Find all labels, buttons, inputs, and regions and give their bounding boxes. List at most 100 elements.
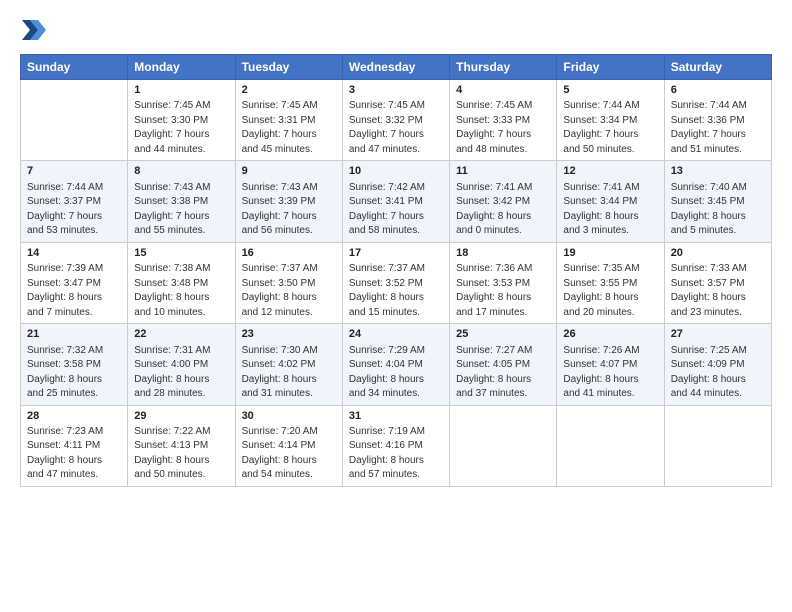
day-number: 7 [27, 164, 121, 179]
day-number: 5 [563, 83, 657, 98]
day-number: 11 [456, 164, 550, 179]
day-info: Sunrise: 7:19 AMSunset: 4:16 PMDaylight:… [349, 425, 443, 483]
header-row: SundayMondayTuesdayWednesdayThursdayFrid… [21, 55, 772, 80]
day-number: 25 [456, 327, 550, 342]
header-day-saturday: Saturday [664, 55, 771, 80]
day-info: Sunrise: 7:45 AMSunset: 3:30 PMDaylight:… [134, 99, 228, 157]
day-info: Sunrise: 7:43 AMSunset: 3:38 PMDaylight:… [134, 181, 228, 239]
header-day-thursday: Thursday [450, 55, 557, 80]
day-info: Sunrise: 7:36 AMSunset: 3:53 PMDaylight:… [456, 262, 550, 320]
calendar-cell: 14Sunrise: 7:39 AMSunset: 3:47 PMDayligh… [21, 242, 128, 323]
calendar-cell: 2Sunrise: 7:45 AMSunset: 3:31 PMDaylight… [235, 80, 342, 161]
day-info: Sunrise: 7:38 AMSunset: 3:48 PMDaylight:… [134, 262, 228, 320]
calendar-body: 1Sunrise: 7:45 AMSunset: 3:30 PMDaylight… [21, 80, 772, 487]
header-day-monday: Monday [128, 55, 235, 80]
day-info: Sunrise: 7:45 AMSunset: 3:32 PMDaylight:… [349, 99, 443, 157]
calendar-cell: 9Sunrise: 7:43 AMSunset: 3:39 PMDaylight… [235, 161, 342, 242]
page: SundayMondayTuesdayWednesdayThursdayFrid… [0, 0, 792, 612]
calendar-cell [557, 405, 664, 486]
day-number: 20 [671, 246, 765, 261]
calendar-cell: 23 Sunrise: 7:30 AMSunset: 4:02 PMDayligh… [235, 324, 342, 405]
week-row-5: 28Sunrise: 7:23 AMSunset: 4:11 PMDayligh… [21, 405, 772, 486]
calendar-cell: 24Sunrise: 7:29 AMSunset: 4:04 PMDayligh… [342, 324, 449, 405]
calendar-cell: 1Sunrise: 7:45 AMSunset: 3:30 PMDaylight… [128, 80, 235, 161]
day-info: Sunrise: 7:30 AMSunset: 4:02 PMDaylight:… [242, 344, 336, 402]
day-number: 30 [242, 409, 336, 424]
calendar-cell: 28Sunrise: 7:23 AMSunset: 4:11 PMDayligh… [21, 405, 128, 486]
day-info: Sunrise: 7:37 AMSunset: 3:50 PMDaylight:… [242, 262, 336, 320]
day-info: Sunrise: 7:31 AMSunset: 4:00 PMDaylight:… [134, 344, 228, 402]
header-day-tuesday: Tuesday [235, 55, 342, 80]
week-row-3: 14Sunrise: 7:39 AMSunset: 3:47 PMDayligh… [21, 242, 772, 323]
calendar-cell: 19Sunrise: 7:35 AMSunset: 3:55 PMDayligh… [557, 242, 664, 323]
calendar-cell: 27 Sunrise: 7:25 AMSunset: 4:09 PMDayligh… [664, 324, 771, 405]
day-info: Sunrise: 7:37 AMSunset: 3:52 PMDaylight:… [349, 262, 443, 320]
calendar-table: SundayMondayTuesdayWednesdayThursdayFrid… [20, 54, 772, 487]
day-info: Sunrise: 7:32 AMSunset: 3:58 PMDaylight:… [27, 344, 121, 402]
day-number: 18 [456, 246, 550, 261]
calendar-cell: 4Sunrise: 7:45 AMSunset: 3:33 PMDaylight… [450, 80, 557, 161]
day-number: 27 [671, 327, 765, 342]
day-number: 3 [349, 83, 443, 98]
day-number: 4 [456, 83, 550, 98]
day-number: 13 [671, 164, 765, 179]
day-number: 16 [242, 246, 336, 261]
week-row-4: 21Sunrise: 7:32 AMSunset: 3:58 PMDayligh… [21, 324, 772, 405]
calendar-cell [664, 405, 771, 486]
calendar-cell [450, 405, 557, 486]
day-info: Sunrise: 7:44 AMSunset: 3:34 PMDaylight:… [563, 99, 657, 157]
day-number: 31 [349, 409, 443, 424]
day-info: Sunrise: 7:33 AMSunset: 3:57 PMDaylight:… [671, 262, 765, 320]
calendar-cell: 26 Sunrise: 7:26 AMSunset: 4:07 PMDayligh… [557, 324, 664, 405]
calendar-cell: 20Sunrise: 7:33 AMSunset: 3:57 PMDayligh… [664, 242, 771, 323]
calendar-cell: 18Sunrise: 7:36 AMSunset: 3:53 PMDayligh… [450, 242, 557, 323]
day-info: Sunrise: 7:41 AMSunset: 3:44 PMDaylight:… [563, 181, 657, 239]
calendar-cell: 13 Sunrise: 7:40 AMSunset: 3:45 PMDayligh… [664, 161, 771, 242]
day-info: Sunrise: 7:43 AMSunset: 3:39 PMDaylight:… [242, 181, 336, 239]
logo [20, 16, 52, 44]
day-info: Sunrise: 7:42 AMSunset: 3:41 PMDaylight:… [349, 181, 443, 239]
header-day-friday: Friday [557, 55, 664, 80]
day-number: 26 [563, 327, 657, 342]
calendar-cell: 6Sunrise: 7:44 AMSunset: 3:36 PMDaylight… [664, 80, 771, 161]
day-info: Sunrise: 7:25 AMSunset: 4:09 PMDaylight:… [671, 344, 765, 402]
calendar-cell: 22 Sunrise: 7:31 AMSunset: 4:00 PMDayligh… [128, 324, 235, 405]
day-number: 10 [349, 164, 443, 179]
day-info: Sunrise: 7:35 AMSunset: 3:55 PMDaylight:… [563, 262, 657, 320]
day-number: 29 [134, 409, 228, 424]
day-number: 8 [134, 164, 228, 179]
day-number: 22 [134, 327, 228, 342]
day-info: Sunrise: 7:40 AMSunset: 3:45 PMDaylight:… [671, 181, 765, 239]
calendar-header: SundayMondayTuesdayWednesdayThursdayFrid… [21, 55, 772, 80]
calendar-cell [21, 80, 128, 161]
calendar-cell: 29Sunrise: 7:22 AMSunset: 4:13 PMDayligh… [128, 405, 235, 486]
logo-icon [20, 16, 48, 44]
day-info: Sunrise: 7:20 AMSunset: 4:14 PMDaylight:… [242, 425, 336, 483]
calendar-cell: 31Sunrise: 7:19 AMSunset: 4:16 PMDayligh… [342, 405, 449, 486]
day-info: Sunrise: 7:27 AMSunset: 4:05 PMDaylight:… [456, 344, 550, 402]
day-info: Sunrise: 7:26 AMSunset: 4:07 PMDaylight:… [563, 344, 657, 402]
week-row-1: 1Sunrise: 7:45 AMSunset: 3:30 PMDaylight… [21, 80, 772, 161]
week-row-2: 7 Sunrise: 7:44 AMSunset: 3:37 PMDaylight… [21, 161, 772, 242]
day-info: Sunrise: 7:39 AMSunset: 3:47 PMDaylight:… [27, 262, 121, 320]
day-number: 2 [242, 83, 336, 98]
day-number: 17 [349, 246, 443, 261]
calendar-cell: 5Sunrise: 7:44 AMSunset: 3:34 PMDaylight… [557, 80, 664, 161]
day-info: Sunrise: 7:44 AMSunset: 3:37 PMDaylight:… [27, 181, 121, 239]
calendar-cell: 16Sunrise: 7:37 AMSunset: 3:50 PMDayligh… [235, 242, 342, 323]
day-number: 19 [563, 246, 657, 261]
day-number: 23 [242, 327, 336, 342]
day-info: Sunrise: 7:45 AMSunset: 3:33 PMDaylight:… [456, 99, 550, 157]
calendar-cell: 10 Sunrise: 7:42 AMSunset: 3:41 PMDayligh… [342, 161, 449, 242]
calendar-cell: 7 Sunrise: 7:44 AMSunset: 3:37 PMDaylight… [21, 161, 128, 242]
day-number: 1 [134, 83, 228, 98]
calendar-cell: 15Sunrise: 7:38 AMSunset: 3:48 PMDayligh… [128, 242, 235, 323]
day-number: 14 [27, 246, 121, 261]
day-number: 12 [563, 164, 657, 179]
day-info: Sunrise: 7:23 AMSunset: 4:11 PMDaylight:… [27, 425, 121, 483]
day-number: 6 [671, 83, 765, 98]
header-day-sunday: Sunday [21, 55, 128, 80]
calendar-cell: 11Sunrise: 7:41 AMSunset: 3:42 PMDayligh… [450, 161, 557, 242]
day-info: Sunrise: 7:44 AMSunset: 3:36 PMDaylight:… [671, 99, 765, 157]
day-info: Sunrise: 7:45 AMSunset: 3:31 PMDaylight:… [242, 99, 336, 157]
